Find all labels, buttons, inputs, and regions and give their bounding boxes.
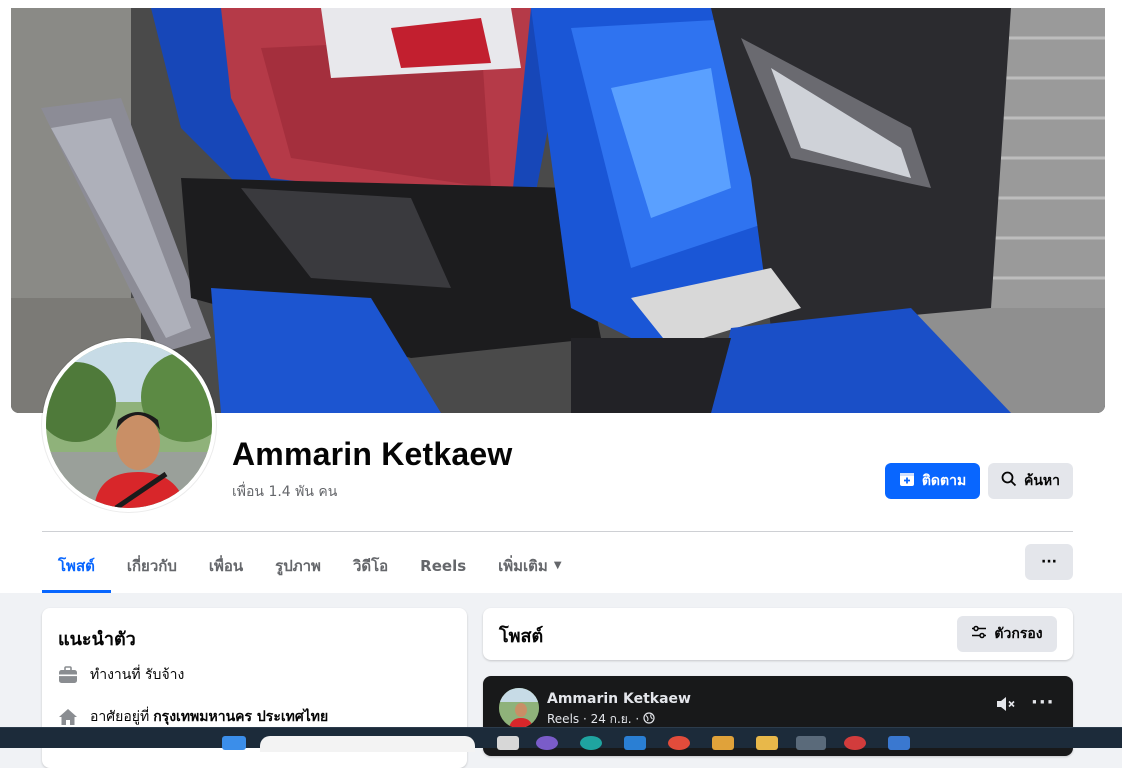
filter-icon [971, 624, 987, 644]
post-more-icon[interactable]: ··· [1031, 692, 1055, 713]
edge-browser-icon[interactable] [580, 736, 602, 750]
chat-app-icon[interactable] [536, 736, 558, 750]
intro-lives-prefix: อาศัยอยู่ที่ [90, 709, 150, 725]
filter-label: ตัวกรอง [994, 626, 1043, 642]
tab-reels-label: Reels [420, 556, 467, 575]
tab-reels[interactable]: Reels [404, 538, 482, 593]
intro-work-row: ทำงานที่ รับจ้าง [58, 664, 184, 686]
intro-title: แนะนำตัว [58, 629, 136, 650]
active-app-icon[interactable] [796, 736, 826, 750]
profile-avatar[interactable] [42, 338, 216, 512]
more-options-button[interactable]: ··· [1025, 544, 1073, 580]
follow-button[interactable]: ติดตาม [885, 463, 980, 499]
tab-photos[interactable]: รูปภาพ [259, 538, 337, 593]
app-icon-2[interactable] [844, 736, 866, 750]
post-author-avatar[interactable] [499, 688, 539, 728]
file-explorer-icon[interactable] [756, 736, 778, 750]
profile-name: Ammarin Ketkaew [232, 436, 513, 472]
more-options-icon: ··· [1041, 554, 1057, 570]
search-label: ค้นหา [1023, 473, 1061, 489]
os-taskbar [0, 727, 1122, 752]
task-view-icon[interactable] [497, 736, 519, 750]
follow-label: ติดตาม [921, 473, 967, 489]
taskbar-search[interactable] [260, 736, 475, 752]
tab-videos-label: วิดีโอ [352, 556, 389, 575]
intro-lives-row: อาศัยอยู่ที่ กรุงเทพมหานคร ประเทศไทย [58, 706, 328, 728]
search-icon [1001, 471, 1017, 491]
intro-lives-place[interactable]: กรุงเทพมหานคร ประเทศไทย [153, 706, 328, 728]
intro-work-text: ทำงานที่ รับจ้าง [90, 667, 185, 683]
posts-title: โพสต์ [499, 626, 544, 647]
globe-icon [643, 712, 655, 727]
search-button[interactable]: ค้นหา [988, 463, 1073, 499]
tab-about-label: เกี่ยวกับ [126, 556, 177, 575]
follow-icon [899, 471, 915, 491]
chrome-browser-icon[interactable] [668, 736, 690, 750]
post-author-name[interactable]: Ammarin Ketkaew [547, 691, 691, 707]
header-divider [42, 531, 1073, 532]
friends-count[interactable]: เพื่อน 1.4 พัน คน [232, 481, 337, 503]
tab-more-label: เพิ่มเติม [498, 556, 548, 575]
caret-down-icon: ▼ [553, 560, 562, 571]
tab-friends[interactable]: เพื่อน [193, 538, 259, 593]
store-icon[interactable] [624, 736, 646, 750]
tab-photos-label: รูปภาพ [275, 556, 321, 575]
tab-friends-label: เพื่อน [208, 556, 244, 575]
mute-icon[interactable] [995, 695, 1017, 717]
briefcase-icon [58, 665, 78, 685]
tab-posts[interactable]: โพสต์ [42, 538, 111, 593]
tab-videos[interactable]: วิดีโอ [337, 538, 404, 593]
filter-button[interactable]: ตัวกรอง [957, 616, 1057, 652]
calendar-icon[interactable] [888, 736, 910, 750]
tab-more[interactable]: เพิ่มเติม ▼ [482, 538, 577, 593]
tab-posts-label: โพสต์ [58, 556, 95, 575]
windows-start-icon[interactable] [222, 736, 246, 750]
tab-about[interactable]: เกี่ยวกับ [111, 538, 193, 593]
profile-tabs: โพสต์ เกี่ยวกับ เพื่อน รูปภาพ วิดีโอ Ree… [42, 538, 578, 593]
app-icon[interactable] [712, 736, 734, 750]
home-icon [58, 707, 78, 727]
